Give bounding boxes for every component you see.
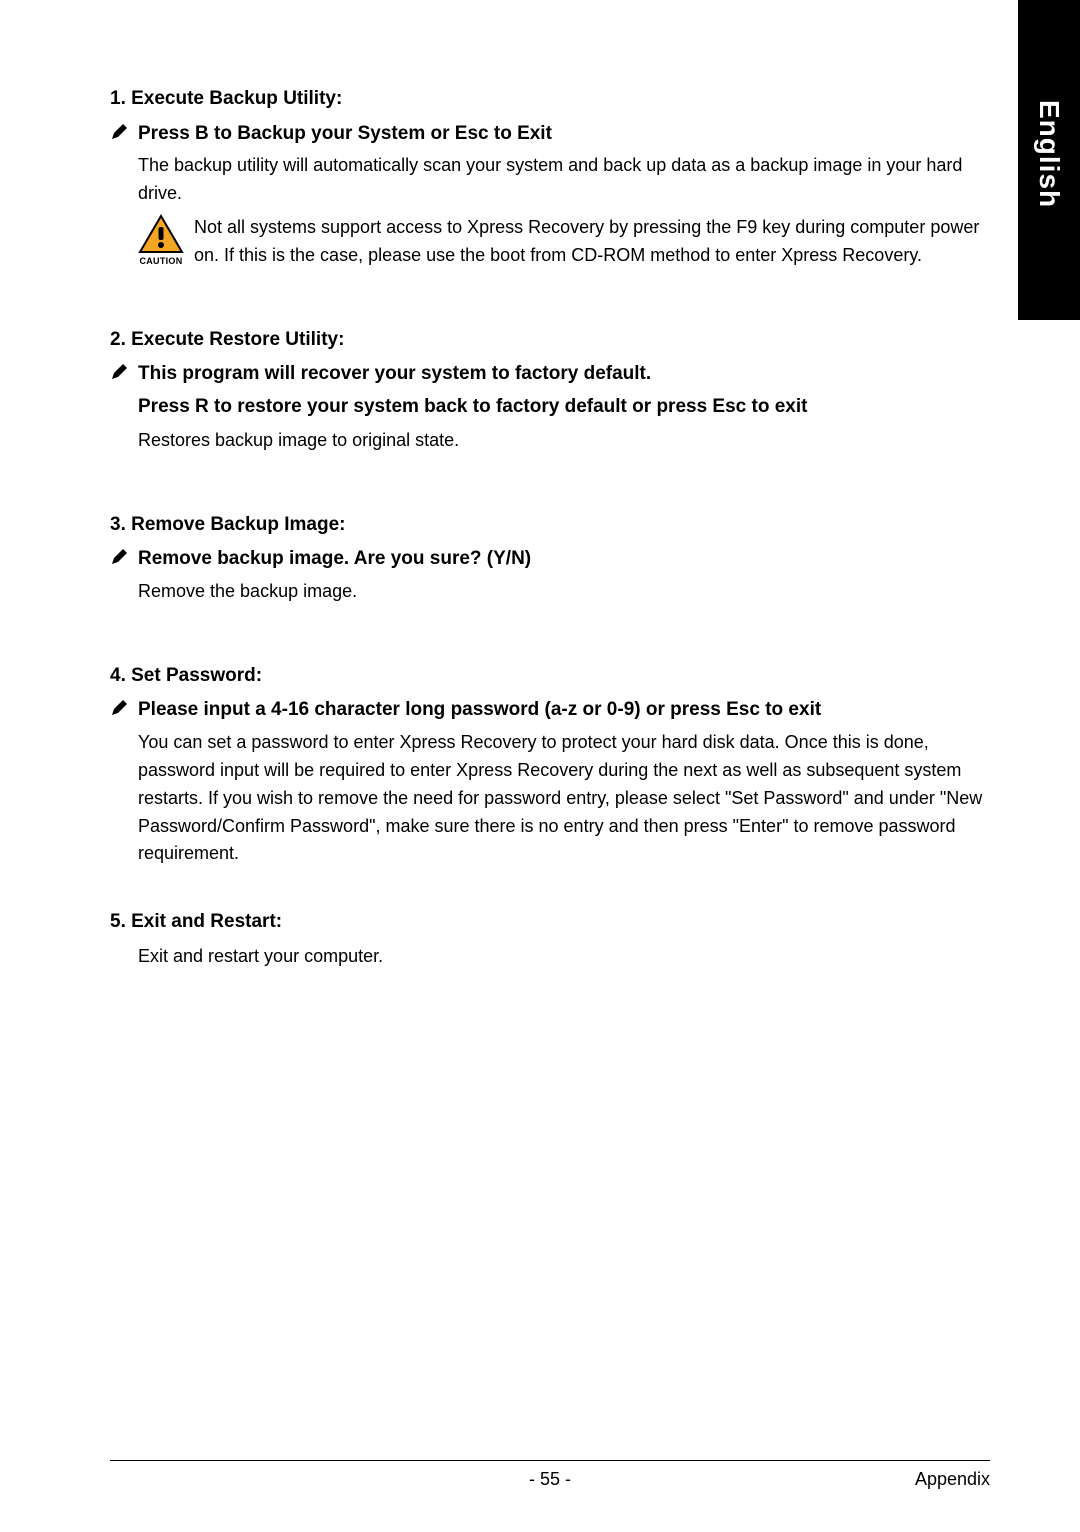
section-3-bullet-text: Remove backup image. Are you sure? (Y/N) [138,545,531,574]
page-content: 1. Execute Backup Utility: Press B to Ba… [110,85,990,1472]
language-sidebar: English [1018,0,1080,320]
section-2-title: 2. Execute Restore Utility: [110,326,990,355]
page-footer: - 55 - Appendix [110,1460,990,1490]
section-4-bullet-text: Please input a 4-16 character long passw… [138,696,821,725]
section-4-body: You can set a password to enter Xpress R… [138,729,990,868]
pen-icon [110,547,128,569]
pen-icon [110,362,128,384]
caution-icon: CAUTION [138,214,184,269]
section-1-title: 1. Execute Backup Utility: [110,85,990,114]
caution-label: CAUTION [139,255,182,269]
caution-text: Not all systems support access to Xpress… [194,214,990,270]
section-1-bullet-text: Press B to Backup your System or Esc to … [138,120,552,149]
section-4-bullet: Please input a 4-16 character long passw… [110,696,990,725]
section-4-title: 4. Set Password: [110,662,990,691]
pen-icon [110,698,128,720]
section-2-sub-bold: Press R to restore your system back to f… [138,393,990,422]
section-5-title: 5. Exit and Restart: [110,908,990,937]
section-2-body: Restores backup image to original state. [138,427,990,455]
caution-block: CAUTION Not all systems support access t… [138,214,990,270]
pen-icon [110,122,128,144]
section-2-bullet: This program will recover your system to… [110,360,990,389]
section-5-body: Exit and restart your computer. [138,943,990,971]
footer-rule [110,1460,990,1461]
section-3-title: 3. Remove Backup Image: [110,511,990,540]
language-label: English [1033,100,1065,208]
page-number: - 55 - [110,1469,990,1490]
section-1-body: The backup utility will automatically sc… [138,152,990,208]
section-3-bullet: Remove backup image. Are you sure? (Y/N) [110,545,990,574]
section-3-body: Remove the backup image. [138,578,990,606]
section-1-bullet: Press B to Backup your System or Esc to … [110,120,990,149]
section-2-bullet-text: This program will recover your system to… [138,360,651,389]
